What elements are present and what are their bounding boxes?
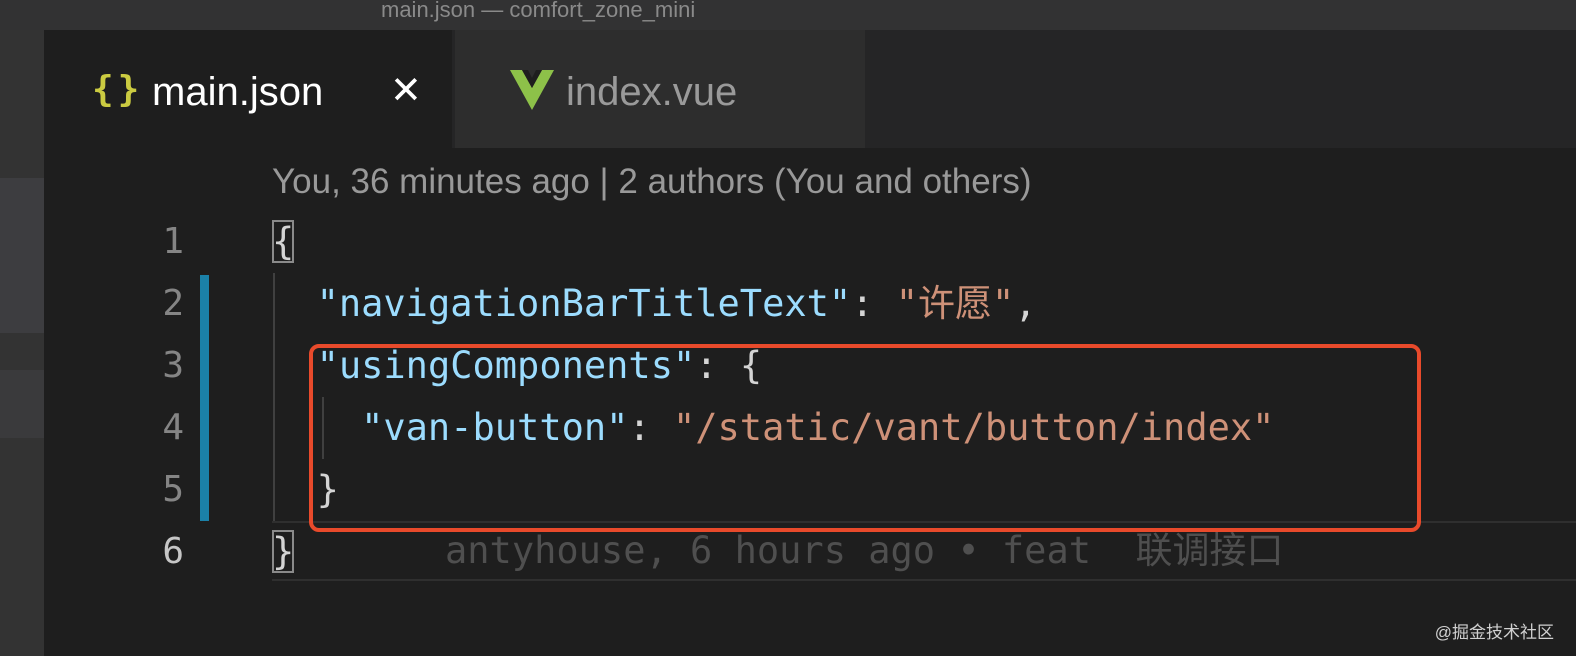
editor-tab-bar: {} main.json ✕ index.vue — [44, 30, 1576, 148]
code-editor[interactable]: You, 36 minutes ago | 2 authors (You and… — [44, 148, 1576, 656]
line-number: 3 — [162, 345, 184, 386]
line-number: 2 — [162, 283, 184, 324]
json-string-value: "许愿" — [895, 282, 1015, 325]
activity-bar — [0, 30, 44, 656]
bracket-match: } — [272, 530, 295, 573]
window-titlebar: main.json — comfort_zone_mini — [0, 0, 1576, 30]
tab-label: index.vue — [566, 70, 738, 114]
code-line-2[interactable]: "navigationBarTitleText": "许愿", — [272, 273, 1037, 335]
line-number: 5 — [162, 469, 184, 510]
annotation-highlight-box — [309, 344, 1421, 532]
json-key: "navigationBarTitleText" — [316, 282, 852, 325]
git-modified-indicator[interactable] — [200, 275, 209, 521]
activity-item[interactable] — [0, 178, 44, 333]
line-number: 1 — [162, 221, 184, 262]
window-title: main.json — comfort_zone_mini — [381, 0, 696, 22]
json-braces-icon: {} — [92, 69, 144, 110]
code-line-1[interactable]: { — [272, 211, 295, 273]
json-comma: , — [1014, 282, 1037, 325]
line-number-current: 6 — [162, 531, 184, 572]
json-colon: : — [851, 282, 896, 325]
code-line-6[interactable]: } — [272, 521, 295, 583]
tab-label: main.json — [152, 70, 324, 114]
watermark: @掘金技术社区 — [1434, 623, 1554, 642]
tab-index-vue[interactable]: index.vue — [455, 30, 865, 148]
codelens-authors[interactable]: You, 36 minutes ago | 2 authors (You and… — [272, 160, 1032, 204]
bracket-match: { — [272, 220, 295, 263]
close-icon[interactable]: ✕ — [390, 68, 422, 114]
vue-logo-icon — [510, 70, 554, 110]
activity-item[interactable] — [0, 370, 44, 438]
line-number: 4 — [162, 407, 184, 448]
tab-main-json[interactable]: {} main.json ✕ — [44, 30, 452, 148]
